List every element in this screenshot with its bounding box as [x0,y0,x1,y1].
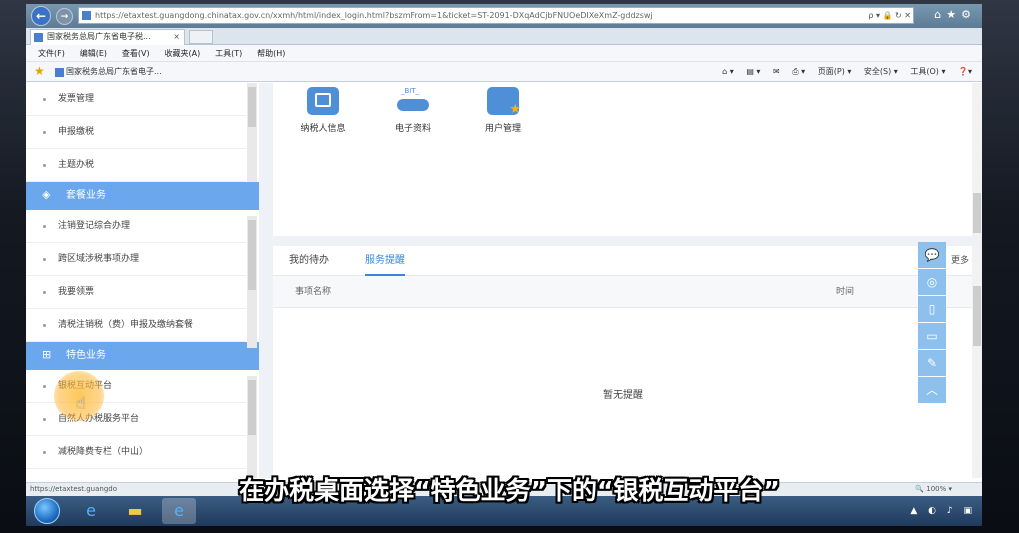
main-content: 纳税人信息 _BIT_ 电子资料 ★ 用户管理 我的待办 服务提醒 更多 事项名… [259,83,982,478]
feeds-icon[interactable]: ▤ ▾ [746,67,760,76]
tab-strip: 国家税务总局广东省电子税... × [26,28,982,45]
cmd-tools[interactable]: 工具(O) ▾ [910,67,945,76]
sidebar: 发票管理 申报缴税 主题办税 ◈ 套餐业务 注销登记综合办理 跨区域涉税事项办理… [26,83,259,478]
table-header: 事项名称 时间 [273,276,973,308]
app-label: 用户管理 [484,124,521,134]
favorite-favicon-icon [55,68,64,77]
tab-close-icon[interactable]: × [173,30,180,44]
floating-toolbar: 💬 ◎ ▯ ▭ ✎ ︿ [918,242,946,404]
tablet-icon[interactable]: ▭ [918,323,946,349]
database-icon: _BIT_ [397,87,429,115]
favorites-bar: ★ 国家税务总局广东省电子... ⌂ ▾ ▤ ▾ ✉ ⎙ ▾ 页面(P) ▾ 安… [26,62,982,82]
menu-help[interactable]: 帮助(H) [257,45,285,62]
sidebar-item-tax-cut[interactable]: 减税降费专栏（中山） [26,436,246,469]
edit-icon[interactable]: ✎ [918,350,946,376]
command-bar: ⌂ ▾ ▤ ▾ ✉ ⎙ ▾ 页面(P) ▾ 安全(S) ▾ 工具(O) ▾ ❓▾ [712,62,972,82]
menu-tools[interactable]: 工具(T) [215,45,242,62]
sidebar-item-deregister[interactable]: 注销登记综合办理 [26,210,246,243]
sidebar-group-label: 特色业务 [66,350,106,361]
chat-icon[interactable]: 💬 [918,242,946,268]
mobile-icon[interactable]: ▯ [918,296,946,322]
tab-title: 国家税务总局广东省电子税... [47,32,151,41]
tab-service-reminder[interactable]: 服务提醒 [365,246,405,276]
more-link[interactable]: 更多 [951,246,969,276]
app-label: 电子资料 [394,124,431,134]
app-user-mgmt[interactable]: ★ 用户管理 [473,87,533,134]
url-field[interactable]: https://etaxtest.guangdong.chinatax.gov.… [78,7,914,24]
sidebar-group-package[interactable]: ◈ 套餐业务 [26,182,259,210]
sidebar-item-clear-tax[interactable]: 清税注销税（费）申报及缴纳套餐 [26,309,246,342]
cube-icon: ◈ [42,188,51,201]
tab-my-todo[interactable]: 我的待办 [289,246,329,276]
address-bar: ← → https://etaxtest.guangdong.chinatax.… [26,4,982,28]
forward-button[interactable]: → [56,8,73,25]
favorite-label: 国家税务总局广东省电子... [66,67,162,76]
print-icon[interactable]: ⎙ ▾ [792,67,805,76]
tab-favicon-icon [34,33,43,42]
user-star-icon: ★ [487,87,521,117]
sidebar-item-invoice[interactable]: 发票管理 [26,83,246,116]
menu-favorites[interactable]: 收藏夹(A) [164,45,200,62]
app-label: 纳税人信息 [300,124,346,134]
sidebar-item-declare[interactable]: 申报缴税 [26,116,246,149]
grid-icon: ⊞ [42,348,52,361]
browser-tab[interactable]: 国家税务总局广东省电子税... × [30,29,185,45]
mail-icon[interactable]: ✉ [773,67,780,76]
menu-edit[interactable]: 编辑(E) [80,45,107,62]
url-tools[interactable]: ρ ▾ 🔒 ↻ ✕ [864,8,911,23]
sidebar-scrollbar[interactable] [247,216,257,348]
sidebar-group-featured[interactable]: ⊞ 特色业务 [26,342,259,370]
column-time: 时间 [836,287,855,297]
weibo-icon[interactable]: ◎ [918,269,946,295]
back-to-top-icon[interactable]: ︿ [918,377,946,403]
panel-tabs: 我的待办 服务提醒 更多 [273,246,973,276]
app-shortcuts-panel: 纳税人信息 _BIT_ 电子资料 ★ 用户管理 [273,83,973,236]
favorite-link[interactable]: 国家税务总局广东省电子... [52,65,192,79]
menu-file[interactable]: 文件(F) [38,45,65,62]
back-button[interactable]: ← [31,6,51,26]
cmd-page[interactable]: 页面(P) ▾ [818,67,852,76]
new-tab-button[interactable] [189,30,213,44]
help-icon[interactable]: ❓▾ [958,67,972,76]
browser-window: ← → https://etaxtest.guangdong.chinatax.… [26,4,982,496]
panel-scrollbar[interactable] [972,246,982,478]
favorites-star-icon[interactable]: ★ [34,64,45,78]
column-item-name: 事项名称 [295,287,332,297]
home-icon[interactable]: ⌂ ▾ [722,67,734,76]
sidebar-scrollbar[interactable] [247,83,257,182]
menu-bar: 文件(F) 编辑(E) 查看(V) 收藏夹(A) 工具(T) 帮助(H) [26,45,982,62]
sidebar-item-get-invoice[interactable]: 我要领票 [26,276,246,309]
cmd-safety[interactable]: 安全(S) ▾ [864,67,898,76]
panel-scrollbar[interactable] [972,83,982,236]
empty-message: 暂无提醒 [603,390,643,401]
sidebar-group-label: 套餐业务 [66,190,106,201]
url-text: https://etaxtest.guangdong.chinatax.gov.… [95,11,653,20]
sidebar-item-theme[interactable]: 主题办税 [26,149,246,182]
video-subtitle: 在办税桌面选择“特色业务”下的“银税互动平台” [239,476,780,505]
home-star-gear-icons[interactable]: ⌂★⚙ [934,8,976,21]
app-taxpayer-info[interactable]: 纳税人信息 [293,87,353,134]
app-electronic-docs[interactable]: _BIT_ 电子资料 [383,87,443,134]
sidebar-item-cross-region[interactable]: 跨区域涉税事项办理 [26,243,246,276]
document-icon [307,87,339,115]
sidebar-scrollbar[interactable] [247,376,257,478]
reminder-panel: 我的待办 服务提醒 更多 事项名称 时间 暂无提醒 [273,246,973,478]
site-icon [82,11,91,20]
hand-cursor-icon: ☝ [76,393,86,412]
menu-view[interactable]: 查看(V) [122,45,150,62]
